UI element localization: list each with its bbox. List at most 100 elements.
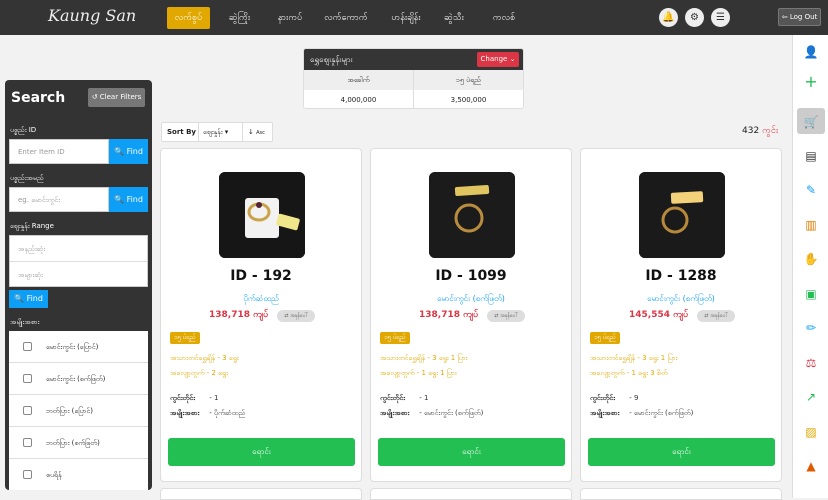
nav-item-bracelet[interactable]: ဟန်းချိန်း bbox=[382, 7, 430, 29]
type-value: - ပိုက်ဆံထည် bbox=[209, 409, 246, 417]
cart-icon[interactable]: 🛒 bbox=[801, 114, 821, 130]
karat-badge: ၁၅ ပဲရည် bbox=[170, 332, 200, 344]
product-id: ID - 1099 bbox=[435, 268, 507, 284]
checkbox[interactable] bbox=[23, 374, 32, 383]
checkbox[interactable] bbox=[23, 342, 32, 351]
type-key: အမျိုးအစား bbox=[170, 409, 200, 417]
invoice-icon[interactable]: ▥ bbox=[801, 217, 821, 233]
product-price: 138,718 ကျပ် bbox=[419, 310, 479, 320]
menu-icon[interactable]: ☰ bbox=[711, 8, 730, 27]
search-title: Search bbox=[11, 90, 66, 106]
ring-photo bbox=[639, 172, 725, 258]
type-option[interactable]: ဘတ်ပြား (စက်ဖြတ်) bbox=[9, 427, 148, 459]
max-price-input[interactable]: အများဆုံး bbox=[10, 262, 147, 288]
sell-button[interactable]: ရောင်း bbox=[168, 438, 355, 466]
item-id-input[interactable]: Enter Item ID bbox=[9, 139, 109, 164]
swap-icon: ⇄ bbox=[704, 313, 709, 319]
loss-weight-key: အလျော့တွက် bbox=[170, 369, 205, 377]
logout-icon: ⇦ bbox=[781, 13, 788, 21]
type-value: - မောင်းကွင်း (စက်ဖြတ်) bbox=[419, 409, 484, 417]
scale-icon[interactable]: ⚖ bbox=[801, 355, 821, 371]
find-range-button[interactable]: 🔍 Find bbox=[9, 290, 48, 308]
type-option[interactable]: မောင်းကွင်း (စက်ဖြတ်) bbox=[9, 363, 148, 395]
hand-coin-icon[interactable]: ✋ bbox=[801, 251, 821, 267]
bell-icon[interactable]: 🔔 bbox=[659, 8, 678, 27]
gold-weight-value: - 3 ရွေး bbox=[217, 354, 239, 362]
pencil-icon[interactable]: ✏ bbox=[801, 320, 821, 336]
gold-weight-key: အသားတင်ရွှေချိန် bbox=[170, 354, 216, 362]
find-label: Find bbox=[126, 147, 143, 156]
sort-field-select[interactable]: ဈေးနှုန်း ▾ bbox=[198, 123, 242, 141]
qty-value: - 1 bbox=[209, 394, 219, 402]
receipt-icon[interactable]: ▤ bbox=[801, 148, 821, 164]
product-card-partial bbox=[370, 488, 572, 500]
chart-icon[interactable]: ↗ bbox=[801, 389, 821, 405]
qty-key: ကွင်းတိုင်း bbox=[590, 394, 615, 402]
result-count: 432 ကွင်း bbox=[742, 125, 778, 138]
product-image[interactable] bbox=[639, 172, 725, 258]
product-category[interactable]: ပိုက်ဆံထည် bbox=[161, 293, 361, 305]
refresh-icon: ↺ bbox=[91, 93, 98, 101]
item-name-input[interactable]: eg. မောင်းကွင်း bbox=[9, 187, 109, 212]
type-option[interactable]: စပရိန် bbox=[9, 459, 148, 491]
logout-button[interactable]: ⇦ Log Out bbox=[778, 8, 821, 26]
caret-down-icon: ▾ bbox=[224, 128, 229, 136]
product-price: 138,718 ကျပ် bbox=[209, 310, 269, 320]
gold-weight-key: အသားတင်ရွှေချိန် bbox=[380, 354, 426, 362]
product-category[interactable]: မောင်းကွင်း (စက်ဖြတ်) bbox=[371, 293, 571, 305]
sell-button[interactable]: ရောင်း bbox=[378, 438, 565, 466]
karat-badge: ၁၅ ပဲရည် bbox=[590, 332, 620, 344]
type-option[interactable]: ဘတ်ပြား (ပြောင်) bbox=[9, 395, 148, 427]
clear-filters-button[interactable]: ↺ Clear Filters bbox=[88, 88, 145, 107]
item-id-label: ပစ္စည်း ID bbox=[10, 126, 37, 134]
item-name-label: ပစ္စည်းအမည် bbox=[10, 174, 44, 182]
change-label: Change bbox=[480, 55, 508, 63]
nav-item-earring[interactable]: နားကပ် bbox=[270, 7, 310, 29]
change-button[interactable]: Change ⌄ bbox=[477, 52, 519, 67]
top-navbar: Kaung San လက်စွပ် ဆွဲကြိုး နားကပ် လက်ကော… bbox=[0, 0, 828, 35]
gear-icon[interactable]: ⚙ bbox=[685, 8, 704, 27]
loss-weight-value: - 1 ရွေး 3 စိတ် bbox=[626, 369, 668, 377]
product-id: ID - 1288 bbox=[645, 268, 717, 284]
nav-item-bangle[interactable]: လက်ကောက် bbox=[320, 7, 372, 29]
app-logo[interactable]: Kaung San bbox=[48, 6, 136, 25]
price-col-2: ၁၅ ပဲရည် bbox=[456, 76, 481, 84]
nav-item-ring[interactable]: လက်စွပ် bbox=[167, 7, 210, 29]
find-name-button[interactable]: 🔍 Find bbox=[109, 187, 148, 212]
product-image[interactable] bbox=[429, 172, 515, 258]
gold-weight: အသားတင်ရွှေချိန် - 3 ရွေး 1 ပြား bbox=[590, 354, 677, 364]
checkbox[interactable] bbox=[23, 470, 32, 479]
sort-order-button[interactable]: ↓ Asc bbox=[242, 123, 273, 141]
price-val-1: 4,000,000 bbox=[304, 90, 414, 108]
boxes-icon[interactable]: ▲ bbox=[801, 458, 821, 474]
min-price-input[interactable]: အနည်းဆုံး bbox=[10, 236, 147, 262]
gold-weight-value: - 3 ရွေး 1 ပြား bbox=[427, 354, 468, 362]
loss-weight: အလျော့တွက် - 2 ရွေး bbox=[170, 369, 228, 379]
edit-doc-icon[interactable]: ✎ bbox=[801, 182, 821, 198]
nav-item-clip[interactable]: ကလစ် bbox=[489, 7, 519, 29]
nav-item-necklace[interactable]: ဆွဲကြိုး bbox=[222, 7, 257, 29]
type-option[interactable]: မောင်းကွင်း (ပြောင်) bbox=[9, 331, 148, 363]
product-category[interactable]: မောင်းကွင်း (စက်ဖြတ်) bbox=[581, 293, 781, 305]
image-icon[interactable]: ▨ bbox=[801, 424, 821, 440]
checkbox[interactable] bbox=[23, 438, 32, 447]
qty-key: ကွင်းတိုင်း bbox=[380, 394, 405, 402]
product-card: ID - 1099 မောင်းကွင်း (စက်ဖြတ်) 138,718 … bbox=[370, 148, 572, 482]
sell-button[interactable]: ရောင်း bbox=[588, 438, 775, 466]
nav-item-pendant[interactable]: ဆွဲသီး bbox=[439, 7, 469, 29]
count-unit: ကွင်း bbox=[762, 126, 779, 136]
find-id-button[interactable]: 🔍 Find bbox=[109, 139, 148, 164]
type-option-label: ဘတ်ပြား (ပြောင်) bbox=[46, 407, 93, 415]
product-image[interactable] bbox=[219, 172, 305, 258]
loss-weight: အလျော့တွက် - 1 ရွေး 3 စိတ် bbox=[590, 369, 668, 379]
price-header-row: အခေါက် ၁၅ ပဲရည် bbox=[304, 70, 523, 90]
find-label: Find bbox=[26, 294, 43, 303]
user-icon[interactable]: 👤 bbox=[801, 44, 821, 60]
checkbox[interactable] bbox=[23, 406, 32, 415]
loss-weight: အလျော့တွက် - 1 ရွေး 1 ပြား bbox=[380, 369, 457, 379]
money-icon[interactable]: ▣ bbox=[801, 286, 821, 302]
sort-label: Sort By bbox=[167, 128, 196, 136]
plus-icon[interactable]: + bbox=[801, 74, 821, 90]
type-value: - မောင်းကွင်း (စက်ဖြတ်) bbox=[629, 409, 694, 417]
product-card-partial bbox=[160, 488, 362, 500]
